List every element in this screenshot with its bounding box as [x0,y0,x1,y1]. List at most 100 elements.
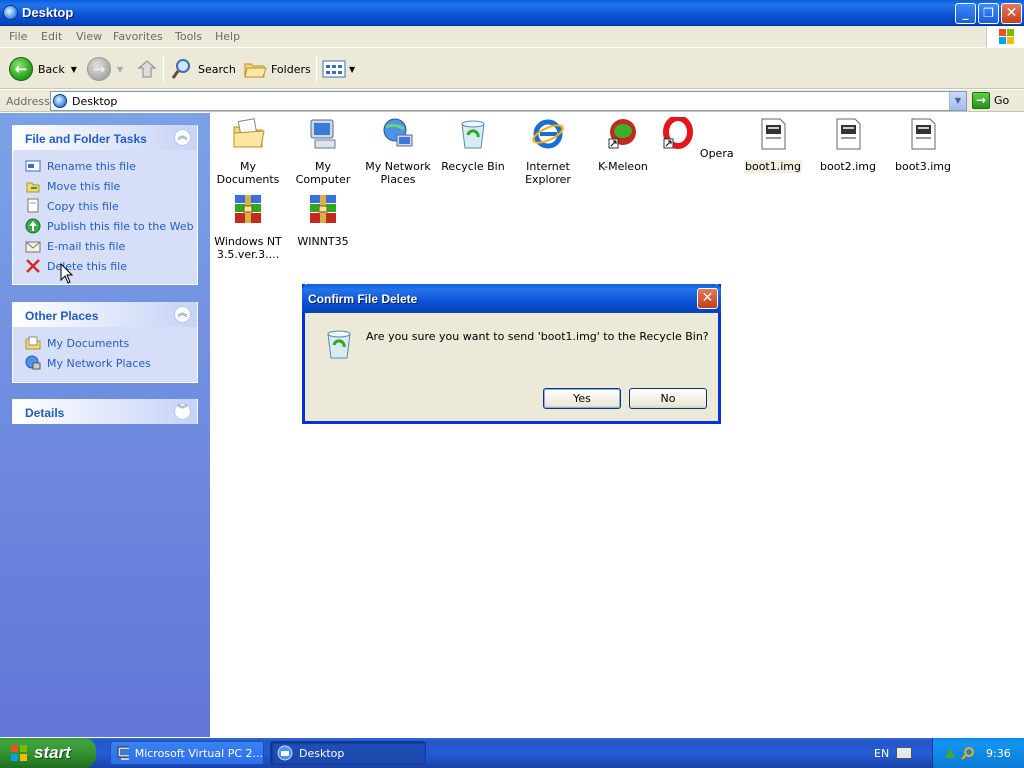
task-label: Move this file [47,179,121,193]
desktop-item-boot3[interactable]: boot3.img [885,117,961,173]
start-button[interactable]: start [0,738,96,768]
close-button[interactable]: ✕ [1001,3,1022,24]
chevron-up-icon[interactable]: ︽ [174,306,191,323]
views-button[interactable]: ▼ [322,56,355,82]
clock[interactable]: 9:36 [986,747,1011,760]
language-indicator[interactable]: EN [874,747,889,760]
forward-dropdown-icon[interactable]: ▼ [117,65,123,74]
image-file-icon [836,118,861,150]
recycle-bin-icon [327,330,351,359]
back-arrow-icon: ← [9,57,33,81]
close-icon: ✕ [701,290,714,306]
menu-help[interactable]: Help [215,30,240,43]
folders-label: Folders [271,62,311,76]
desktop-item-my-documents[interactable]: My Documents [210,117,286,186]
minimize-button[interactable]: _ [955,3,976,24]
desktop-item-winnt35[interactable]: WINNT35 [285,192,361,248]
winrar-archive-icon [235,195,261,223]
taskbar-item-virtual-pc[interactable]: Microsoft Virtual PC 2... [110,741,264,765]
my-documents-icon [233,118,265,148]
desktop-item-windows-nt-archive[interactable]: Windows NT 3.5.ver.3.... [210,192,286,261]
other-places-network-link[interactable]: My Network Places [25,355,151,371]
file-folder-tasks-header[interactable]: File and Folder Tasks ︽ [13,125,197,150]
yes-button[interactable]: Yes [543,388,621,409]
taskbar-item-label: Desktop [299,746,345,760]
toolbar: ← Back ▼ → ▼ Search Folders ▼ [0,48,1024,89]
network-places-icon [383,118,413,147]
chevron-up-icon[interactable]: ︽ [174,129,191,146]
item-label: Recycle Bin [441,160,505,173]
other-places-header[interactable]: Other Places ︽ [13,302,197,327]
email-file-link[interactable]: E-mail this file [25,238,125,254]
go-arrow-icon: → [972,92,990,109]
internet-explorer-icon [532,119,564,149]
search-tray-icon[interactable] [961,746,975,760]
opera-icon [663,115,694,149]
publish-file-link[interactable]: Publish this file to the Web [25,218,194,234]
network-status-icon[interactable] [943,746,957,760]
window-title: Desktop [22,5,74,20]
desktop-item-my-computer[interactable]: My Computer [285,117,361,186]
menu-tools[interactable]: Tools [175,30,202,43]
views-icon [322,60,346,78]
winrar-archive-icon [310,195,336,223]
menu-bar: File Edit View Favorites Tools Help [0,26,1024,48]
menu-view[interactable]: View [76,30,102,43]
up-folder-icon [137,60,157,78]
panel-title: File and Folder Tasks [25,132,147,146]
minimize-icon: _ [962,6,969,20]
restore-icon: ❐ [983,6,994,20]
address-input[interactable]: Desktop ▼ [50,91,967,111]
menu-edit[interactable]: Edit [41,30,62,43]
my-computer-icon [310,119,336,149]
dialog-close-button[interactable]: ✕ [697,288,718,309]
desktop-item-internet-explorer[interactable]: Internet Explorer [510,117,586,186]
mouse-cursor-icon [60,263,74,284]
dialog-title: Confirm File Delete [308,292,418,306]
window-title-bar[interactable]: Desktop _ ❐ ✕ [0,0,1024,26]
menu-favorites[interactable]: Favorites [113,30,163,43]
item-label: Internet Explorer [525,160,571,186]
no-button[interactable]: No [629,388,707,409]
close-icon: ✕ [1005,5,1018,21]
address-dropdown-button[interactable]: ▼ [949,92,966,110]
confirm-delete-dialog: Confirm File Delete ✕ Are you sure you w… [302,284,721,424]
up-folder-button[interactable] [136,56,158,82]
copy-icon [27,198,39,213]
forward-button[interactable]: → ▼ [87,56,123,82]
go-label: Go [994,94,1010,107]
go-button[interactable]: → Go [972,92,1009,109]
task-label: Delete this file [47,259,127,273]
item-label: boot3.img [894,160,951,173]
back-dropdown-icon[interactable]: ▼ [71,65,77,74]
copy-file-link[interactable]: Copy this file [25,198,119,214]
search-button[interactable]: Search [170,56,236,82]
dialog-title-bar[interactable]: Confirm File Delete ✕ [302,284,721,313]
desktop-item-boot1[interactable]: boot1.img [735,117,811,173]
other-places-my-documents-link[interactable]: My Documents [25,335,129,351]
desktop-item-opera[interactable]: Opera [660,115,736,160]
back-button[interactable]: ← Back ▼ [9,56,77,82]
desktop-item-recycle-bin[interactable]: Recycle Bin [435,117,511,173]
views-dropdown-icon: ▼ [349,64,356,74]
delete-file-link[interactable]: Delete this file [25,258,127,274]
taskbar-item-desktop[interactable]: Desktop [270,741,426,765]
desktop-item-k-meleon[interactable]: K-Meleon [585,117,661,173]
restore-button[interactable]: ❐ [978,3,999,24]
folder-content[interactable]: My Documents My Computer My Network Plac… [210,113,1024,737]
desktop-item-boot2[interactable]: boot2.img [810,117,886,173]
chevron-down-icon[interactable]: ︾ [174,403,191,420]
publish-icon [25,218,41,234]
taskbar-item-label: Microsoft Virtual PC 2... [134,746,263,760]
folders-button[interactable]: Folders [243,56,311,82]
item-label: K-Meleon [598,160,648,173]
move-file-link[interactable]: Move this file [25,178,120,194]
desktop-item-network-places[interactable]: My Network Places [360,117,436,186]
keyboard-icon[interactable] [896,747,912,759]
item-label: My Documents [216,160,280,186]
back-label: Back [38,62,65,76]
rename-file-link[interactable]: Rename this file [25,158,136,174]
item-label: Opera [699,147,734,160]
details-header[interactable]: Details ︾ [13,399,197,424]
menu-file[interactable]: File [9,30,27,43]
